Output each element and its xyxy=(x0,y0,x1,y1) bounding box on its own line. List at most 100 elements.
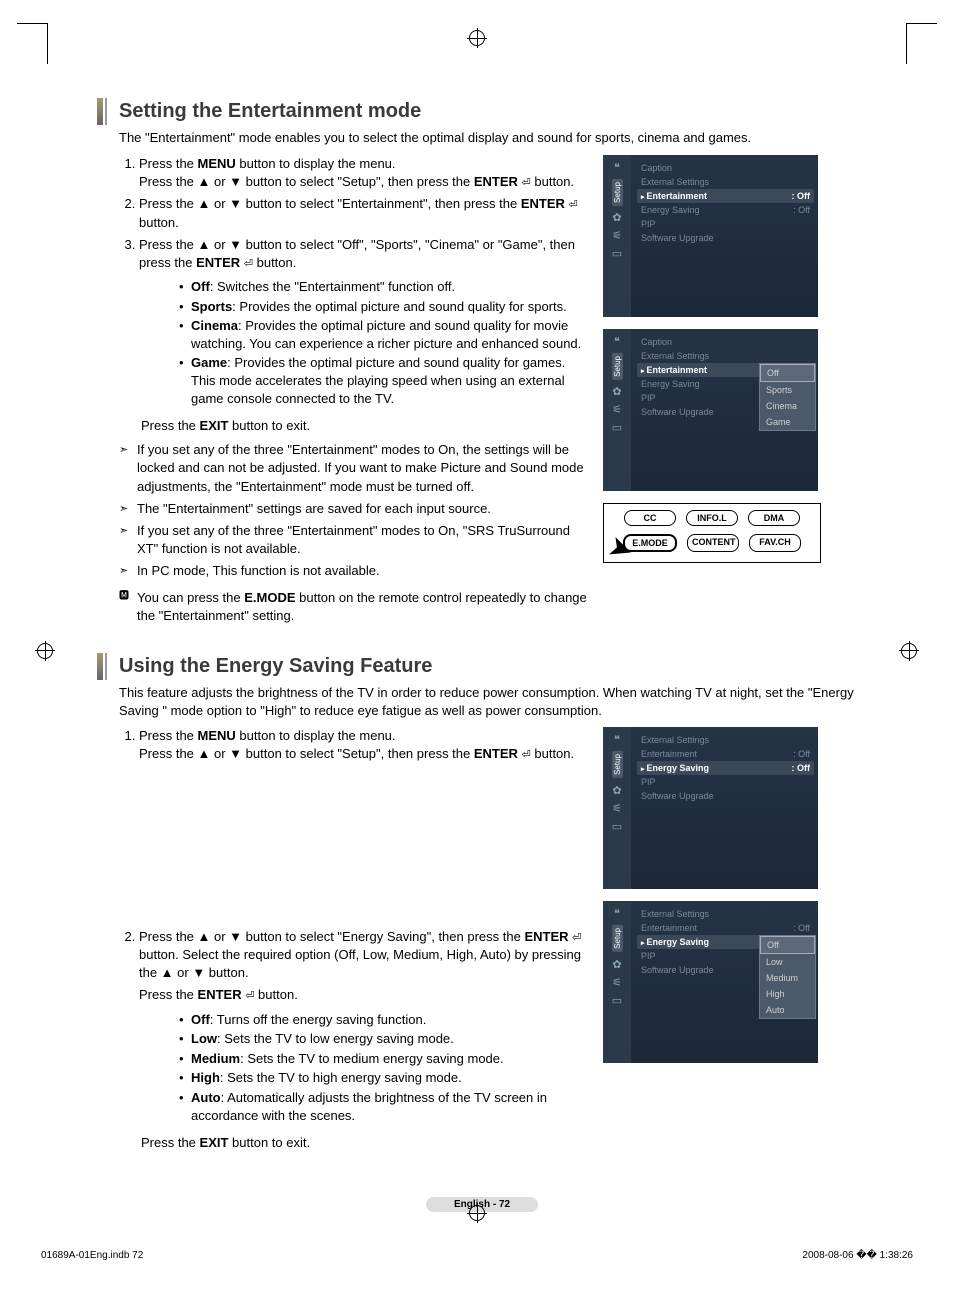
s1-note3: If you set any of the three "Entertainme… xyxy=(119,522,587,558)
section2-intro: This feature adjusts the brightness of t… xyxy=(119,684,867,719)
spacer xyxy=(139,764,587,924)
osd-row-caption: Caption xyxy=(637,161,814,175)
section1-step2: Press the ▲ or ▼ button to select "Enter… xyxy=(139,195,587,232)
osd-energy: ❝ Setup ✿ ⚟ ▭ External Settings Entertai… xyxy=(603,727,818,889)
s1-step1b: Press the ▲ or ▼ button to select "Setup… xyxy=(139,174,474,189)
brush-icon: ❝ xyxy=(610,907,624,919)
crop-mark-bottom xyxy=(469,1205,485,1221)
osd3-entertainment: Entertainment: Off xyxy=(637,747,814,761)
s2-exit: Press the EXIT button to exit. xyxy=(141,1134,587,1152)
remote-cc: CC xyxy=(624,510,676,526)
section1-notes: If you set any of the three "Entertainme… xyxy=(119,441,587,580)
s2-step1b: Press the ▲ or ▼ button to select "Setup… xyxy=(139,746,474,761)
osd-row-pip: PIP xyxy=(637,217,814,231)
opt-cinema: Cinema: Provides the optimal picture and… xyxy=(179,317,587,352)
dd-cinema: Cinema xyxy=(760,398,815,414)
dd-e-low: Low xyxy=(760,954,815,970)
section2-title: Using the Energy Saving Feature xyxy=(97,655,867,678)
gear-icon: ✿ xyxy=(610,958,624,970)
opt-game: Game: Provides the optimal picture and s… xyxy=(179,354,587,407)
s1-note1: If you set any of the three "Entertainme… xyxy=(119,441,587,496)
s2-step1b-b: ENTER xyxy=(474,746,518,761)
osd4-external: External Settings xyxy=(637,907,814,921)
s2-step2p2: Press the ENTER ⏎ button. xyxy=(139,986,587,1004)
remote-dma: DMA xyxy=(748,510,800,526)
setup-label3: Setup xyxy=(612,751,623,778)
section2-step2: Press the ▲ or ▼ button to select "Energ… xyxy=(139,928,587,1153)
osd-body2: Caption External Settings Entertainment:… xyxy=(631,329,818,491)
s1-note4: In PC mode, This function is not availab… xyxy=(119,562,587,580)
timestamp: 2008-08-06 �� 1:38:26 xyxy=(802,1250,913,1261)
osd3-upgrade: Software Upgrade xyxy=(637,789,814,803)
s1-step1a-end: button to display the menu. xyxy=(236,156,396,171)
s1-step1a: Press the xyxy=(139,156,198,171)
brush-icon: ❝ xyxy=(610,733,624,745)
crop-mark-top xyxy=(469,30,485,46)
dd-game: Game xyxy=(760,414,815,430)
osd-sidebar3: ❝ Setup ✿ ⚟ ▭ xyxy=(603,727,631,889)
osd-sidebar2: ❝ Setup ✿ ⚟ ▭ xyxy=(603,329,631,491)
plug-icon: ⚟ xyxy=(610,976,624,988)
tv-icon: ▭ xyxy=(610,247,624,259)
osd3-external: External Settings xyxy=(637,733,814,747)
entertainment-dropdown: Off Sports Cinema Game xyxy=(759,363,816,431)
s2-step2-end: button. Select the required option (Off,… xyxy=(139,947,581,980)
s1-remote-note: You can press the E.MODE button on the r… xyxy=(119,589,587,625)
s1-exit: Press the EXIT button to exit. xyxy=(141,417,587,435)
osd2-caption: Caption xyxy=(637,335,814,349)
osd-body: Caption External Settings Entertainment:… xyxy=(631,155,818,317)
section1-step1: Press the MENU button to display the men… xyxy=(139,155,587,192)
s2-step2: Press the ▲ or ▼ button to select "Energ… xyxy=(139,929,524,944)
crop-mark-right xyxy=(901,643,917,659)
s1-note2: The "Entertainment" settings are saved f… xyxy=(119,500,587,518)
plug-icon: ⚟ xyxy=(610,229,624,241)
energy-dropdown: Off Low Medium High Auto xyxy=(759,935,816,1019)
s2-opt-high: High: Sets the TV to high energy saving … xyxy=(179,1069,587,1087)
osd-sidebar4: ❝ Setup ✿ ⚟ ▭ xyxy=(603,901,631,1063)
section1-title: Setting the Entertainment mode xyxy=(97,100,867,123)
osd3-pip: PIP xyxy=(637,775,814,789)
enter-icon3: ⏎ xyxy=(244,258,253,270)
tv-icon: ▭ xyxy=(610,421,624,433)
tv-icon: ▭ xyxy=(610,820,624,832)
enter-icon5: ⏎ xyxy=(572,932,581,944)
osd-body4: External Settings Entertainment: Off Ene… xyxy=(631,901,818,1063)
section2-steps: Press the MENU button to display the men… xyxy=(119,727,587,1152)
remote-arrow-icon: ➤ xyxy=(605,530,636,567)
tv-icon: ▭ xyxy=(610,994,624,1006)
osd-body3: External Settings Entertainment: Off Ene… xyxy=(631,727,818,889)
setup-label: Setup xyxy=(612,179,623,206)
remote-favch: FAV.CH xyxy=(749,534,801,552)
remote-content: CONTENT xyxy=(687,534,739,552)
s1-step3-b: ENTER xyxy=(196,255,240,270)
s2-opt-med: Medium: Sets the TV to medium energy sav… xyxy=(179,1050,587,1068)
plug-icon: ⚟ xyxy=(610,403,624,415)
s1-step2-b: ENTER xyxy=(521,196,565,211)
enter-icon2: ⏎ xyxy=(569,199,578,211)
s2-opt-auto: Auto: Automatically adjusts the brightne… xyxy=(179,1089,587,1124)
setup-label4: Setup xyxy=(612,925,623,952)
osd-row-external: External Settings xyxy=(637,175,814,189)
plug-icon: ⚟ xyxy=(610,802,624,814)
dd-off: Off xyxy=(760,364,815,382)
brush-icon: ❝ xyxy=(610,161,624,173)
section1-steps: Press the MENU button to display the men… xyxy=(119,155,587,436)
osd-energy-dropdown: ❝ Setup ✿ ⚟ ▭ External Settings Entertai… xyxy=(603,901,818,1063)
dd-sports: Sports xyxy=(760,382,815,398)
osd2-external: External Settings xyxy=(637,349,814,363)
crop-corner-tl xyxy=(17,23,48,64)
s1-step1b-end: button. xyxy=(531,174,574,189)
s2-step1a: Press the xyxy=(139,728,198,743)
s1-step3-end: button. xyxy=(253,255,296,270)
osd-entertainment-dropdown: ❝ Setup ✿ ⚟ ▭ Caption External Settings … xyxy=(603,329,818,491)
file-name: 01689A-01Eng.indb 72 xyxy=(41,1250,143,1261)
section2-step1: Press the MENU button to display the men… xyxy=(139,727,587,924)
opt-sports: Sports: Provides the optimal picture and… xyxy=(179,298,587,316)
remote-diagram: CC INFO.L DMA E.MODE CONTENT FAV.CH ➤ xyxy=(603,503,821,563)
s1-step2: Press the ▲ or ▼ button to select "Enter… xyxy=(139,196,521,211)
s2-opt-low: Low: Sets the TV to low energy saving mo… xyxy=(179,1030,587,1048)
s1-step2-end: button. xyxy=(139,215,179,230)
dd-e-auto: Auto xyxy=(760,1002,815,1018)
section2-options: Off: Turns off the energy saving functio… xyxy=(161,1011,587,1124)
enter-icon4: ⏎ xyxy=(522,749,531,761)
